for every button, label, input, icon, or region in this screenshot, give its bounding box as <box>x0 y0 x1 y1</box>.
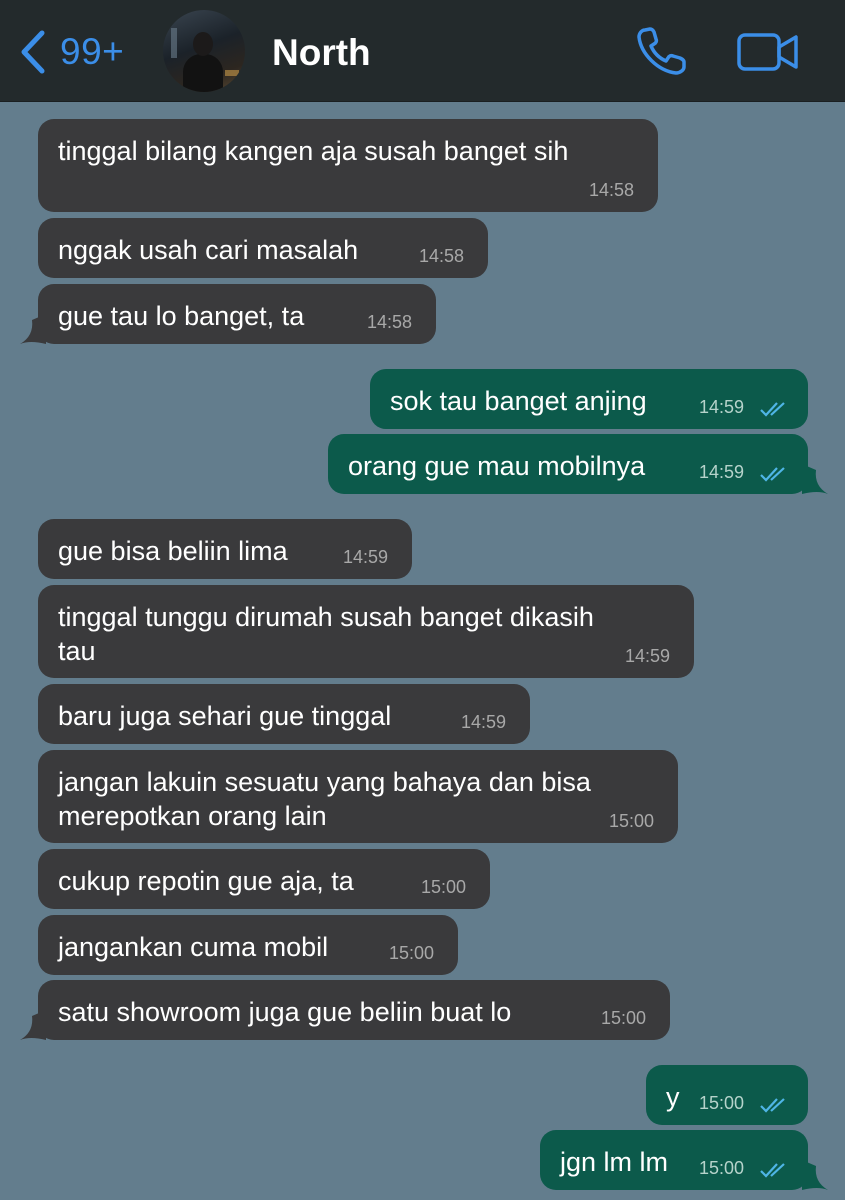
message-time: 14:59 <box>342 547 388 567</box>
incoming-message[interactable]: jangankan cuma mobil 15:00 <box>38 915 458 975</box>
message-text: jangankan cuma mobil <box>58 932 329 962</box>
bubble-tail <box>20 314 46 344</box>
incoming-message[interactable]: gue tau lo banget, ta 14:58 <box>20 284 436 344</box>
call-button[interactable] <box>636 26 688 81</box>
message-time: 14:59 <box>698 397 744 417</box>
message-time: 14:59 <box>698 462 744 482</box>
contact-name[interactable]: North <box>272 32 371 74</box>
message-time: 15:00 <box>698 1158 744 1178</box>
phone-icon <box>637 27 686 75</box>
message-text: y <box>666 1082 680 1112</box>
incoming-message[interactable]: satu showroom juga gue beliin buat lo 15… <box>20 980 670 1040</box>
incoming-message[interactable]: tinggal bilang kangen aja susah banget s… <box>38 119 658 212</box>
bubble-tail <box>802 464 828 494</box>
message-time: 15:00 <box>388 943 434 963</box>
incoming-message[interactable]: nggak usah cari masalah 14:58 <box>38 218 488 278</box>
read-receipt-icon <box>760 467 785 482</box>
message-time: 14:58 <box>418 246 464 266</box>
read-receipt-icon <box>760 1098 785 1113</box>
avatar[interactable] <box>163 10 245 92</box>
message-text: satu showroom juga gue beliin buat lo <box>58 997 512 1027</box>
read-receipt-icon <box>760 402 785 417</box>
video-call-button[interactable] <box>736 32 800 77</box>
incoming-message[interactable]: baru juga sehari gue tinggal 14:59 <box>38 684 530 744</box>
incoming-message[interactable]: gue bisa beliin lima 14:59 <box>38 519 412 579</box>
message-text: cukup repotin gue aja, ta <box>58 866 354 896</box>
message-text: tinggal tunggu dirumah susah banget dika… <box>58 602 594 666</box>
incoming-message[interactable]: jangan lakuin sesuatu yang bahaya dan bi… <box>38 750 678 843</box>
message-text: sok tau banget anjing <box>390 386 647 416</box>
message-time: 15:00 <box>420 877 466 897</box>
message-text: jgn lm lm <box>560 1147 669 1177</box>
message-text: jangan lakuin sesuatu yang bahaya dan bi… <box>58 767 591 831</box>
outgoing-message[interactable]: jgn lm lm 15:00 <box>540 1130 828 1190</box>
message-text: orang gue mau mobilnya <box>348 451 646 481</box>
message-text: nggak usah cari masalah <box>58 235 359 265</box>
message-time: 14:59 <box>624 646 670 666</box>
message-text: gue bisa beliin lima <box>58 536 288 566</box>
outgoing-message[interactable]: y 15:00 <box>646 1065 808 1125</box>
message-time: 14:58 <box>588 180 634 200</box>
back-button[interactable]: 99+ <box>20 28 124 76</box>
chat-header: 99+ North <box>0 0 845 102</box>
read-receipt-icon <box>760 1163 785 1178</box>
message-time: 15:00 <box>698 1093 744 1113</box>
message-text: baru juga sehari gue tinggal <box>58 701 392 731</box>
bubble-tail <box>802 1160 828 1190</box>
video-camera-icon <box>737 33 798 71</box>
message-time: 15:00 <box>608 811 654 831</box>
message-time: 15:00 <box>600 1008 646 1028</box>
message-time: 14:58 <box>366 312 412 332</box>
message-text: gue tau lo banget, ta <box>58 301 305 331</box>
incoming-message[interactable]: cukup repotin gue aja, ta 15:00 <box>38 849 490 909</box>
unread-count: 99+ <box>60 31 125 72</box>
bubble-tail <box>20 1010 46 1040</box>
incoming-message[interactable]: tinggal tunggu dirumah susah banget dika… <box>38 585 694 678</box>
outgoing-message[interactable]: sok tau banget anjing 14:59 <box>370 369 808 429</box>
message-text: tinggal bilang kangen aja susah banget s… <box>58 136 569 166</box>
chevron-left-icon <box>21 30 45 74</box>
outgoing-message[interactable]: orang gue mau mobilnya 14:59 <box>328 434 828 494</box>
message-time: 14:59 <box>460 712 506 732</box>
